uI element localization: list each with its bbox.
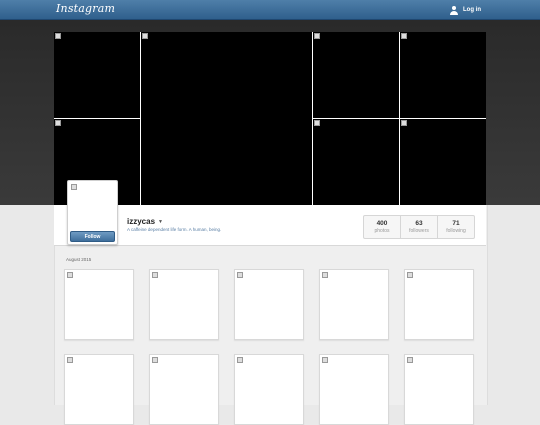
broken-image-icon bbox=[237, 272, 243, 278]
stat-followers[interactable]: 63 followers bbox=[401, 216, 438, 238]
stat-value: 71 bbox=[452, 220, 460, 227]
broken-image-icon bbox=[237, 357, 243, 363]
broken-image-icon bbox=[71, 184, 77, 190]
photo-thumbnail[interactable] bbox=[234, 354, 304, 425]
stat-value: 400 bbox=[376, 220, 388, 227]
photo-thumbnail[interactable] bbox=[234, 269, 304, 340]
broken-image-icon bbox=[55, 120, 61, 126]
cover-photo[interactable] bbox=[313, 119, 399, 205]
broken-image-icon bbox=[67, 357, 73, 363]
stat-value: 63 bbox=[415, 220, 423, 227]
profile-bio: A caffeine dependent life form. A human,… bbox=[127, 227, 222, 232]
feed-month-heading: August 2015 bbox=[66, 257, 92, 262]
cover-photo[interactable] bbox=[54, 32, 140, 118]
profile-stats: 400 photos 63 followers 71 following bbox=[363, 215, 475, 239]
photo-thumbnail[interactable] bbox=[319, 354, 389, 425]
photo-thumbnail[interactable] bbox=[149, 269, 219, 340]
photo-thumbnail[interactable] bbox=[64, 354, 134, 425]
stat-photos[interactable]: 400 photos bbox=[364, 216, 401, 238]
photo-thumbnail[interactable] bbox=[404, 354, 474, 425]
caret-down-icon[interactable]: ▼ bbox=[158, 219, 163, 225]
broken-image-icon bbox=[67, 272, 73, 278]
photo-thumbnail[interactable] bbox=[64, 269, 134, 340]
stat-label: photos bbox=[374, 228, 390, 234]
instagram-logo[interactable]: Instagram bbox=[56, 2, 115, 15]
broken-image-icon bbox=[322, 272, 328, 278]
login-label: Log in bbox=[463, 7, 481, 13]
broken-image-icon bbox=[314, 120, 320, 126]
broken-image-icon bbox=[152, 357, 158, 363]
cover-photo-large[interactable] bbox=[141, 32, 312, 205]
profile-username-container[interactable]: izzycas ▼ bbox=[127, 217, 163, 226]
cover-photo-mosaic bbox=[54, 32, 486, 205]
broken-image-icon bbox=[152, 272, 158, 278]
cover-photo[interactable] bbox=[400, 32, 486, 118]
photo-thumbnail[interactable] bbox=[149, 354, 219, 425]
broken-image-icon bbox=[322, 357, 328, 363]
user-icon bbox=[450, 5, 459, 15]
cover-photo[interactable] bbox=[400, 119, 486, 205]
follow-button[interactable]: Follow bbox=[70, 231, 115, 242]
login-link[interactable]: Log in bbox=[450, 4, 481, 16]
stat-label: following bbox=[446, 228, 466, 234]
broken-image-icon bbox=[314, 33, 320, 39]
profile-username: izzycas bbox=[127, 217, 156, 226]
photo-thumbnail[interactable] bbox=[404, 269, 474, 340]
broken-image-icon bbox=[55, 33, 61, 39]
cover-photo[interactable] bbox=[313, 32, 399, 118]
photo-thumbnail[interactable] bbox=[319, 269, 389, 340]
broken-image-icon bbox=[401, 33, 407, 39]
broken-image-icon bbox=[401, 120, 407, 126]
stat-label: followers bbox=[409, 228, 429, 234]
top-navigation-bar: Instagram Log in bbox=[0, 0, 540, 20]
stat-following[interactable]: 71 following bbox=[438, 216, 474, 238]
broken-image-icon bbox=[407, 272, 413, 278]
broken-image-icon bbox=[407, 357, 413, 363]
broken-image-icon bbox=[142, 33, 148, 39]
profile-avatar[interactable]: Follow bbox=[67, 180, 118, 245]
